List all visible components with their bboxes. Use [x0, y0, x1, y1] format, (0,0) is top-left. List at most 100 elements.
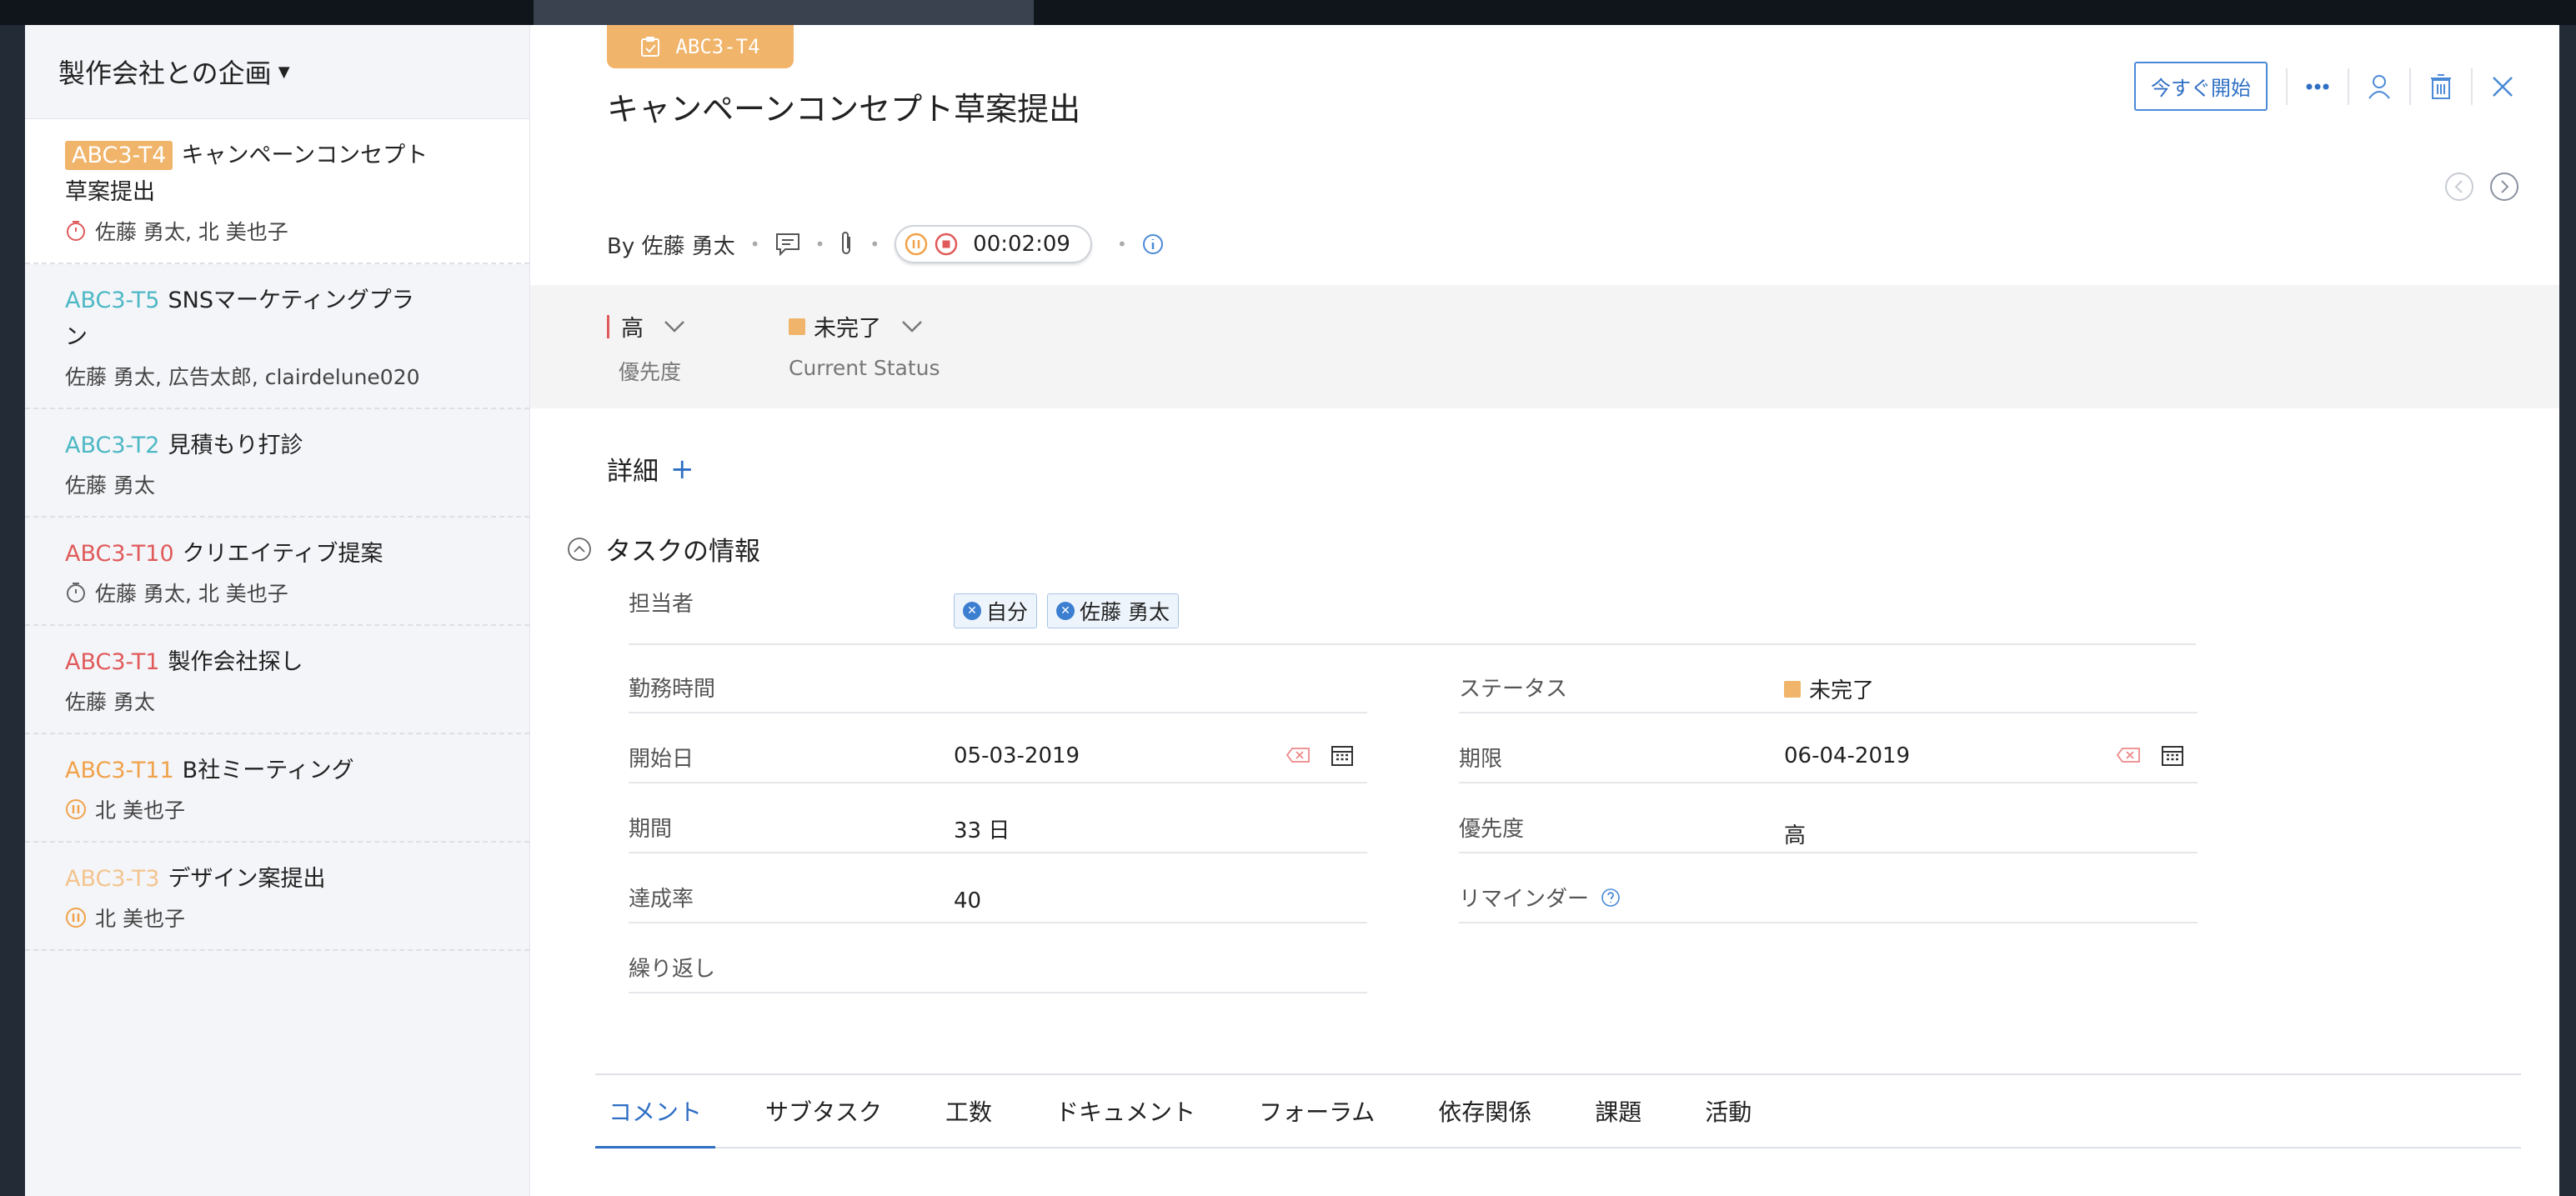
task-list-item[interactable]: ABC3-T4 キャンペーンコンセプト草案提出 佐藤 勇太, 北 美也子 — [25, 119, 529, 264]
tab-dependencies[interactable]: 依存関係 — [1425, 1075, 1545, 1147]
task-item-title-line: ABC3-T1 製作会社探し — [65, 644, 432, 681]
background-topbar — [0, 0, 2576, 25]
task-item-title: B社ミーティング — [182, 758, 354, 783]
reminder-field[interactable]: リマインダー — [1459, 877, 2198, 923]
start-date-field[interactable]: 開始日 05-03-2019 — [629, 737, 1367, 783]
chevron-down-icon — [664, 320, 684, 333]
task-item-title-line: ABC3-T3 デザイン案提出 — [65, 861, 432, 898]
task-list-item[interactable]: ABC3-T3 デザイン案提出北 美也子 — [25, 843, 529, 951]
task-meta: By 佐藤 勇太 • • • 00:02:09 • — [607, 225, 1164, 263]
help-icon[interactable] — [1601, 888, 1621, 908]
timer-red-icon — [65, 220, 87, 242]
assignee-name: 自分 — [986, 600, 1029, 624]
period-field[interactable]: 期間 33 日 — [629, 807, 1367, 853]
next-icon[interactable] — [2489, 172, 2519, 202]
assignee-chip[interactable]: ✕ 自分 — [954, 593, 1038, 628]
repeat-field[interactable]: 繰り返し — [629, 947, 1367, 993]
close-icon[interactable] — [2476, 66, 2529, 108]
trash-icon[interactable] — [2414, 66, 2468, 108]
task-title[interactable]: キャンペーンコンセプト草案提出 — [607, 83, 1080, 129]
due-date-label: 期限 — [1459, 747, 1503, 772]
priority-label: 優先度 — [619, 360, 682, 384]
assignee-name: 佐藤 勇太 — [1080, 600, 1170, 624]
calendar-icon[interactable] — [2161, 743, 2184, 767]
calendar-icon[interactable] — [1331, 743, 1354, 767]
comment-icon[interactable] — [775, 233, 800, 256]
tab-subtasks[interactable]: サブタスク — [752, 1075, 895, 1147]
task-list-item[interactable]: ABC3-T1 製作会社探し佐藤 勇太 — [25, 626, 529, 734]
due-date-field[interactable]: 期限 06-04-2019 — [1459, 737, 2198, 783]
attachment-icon[interactable] — [839, 232, 854, 257]
task-item-owners: 北 美也子 — [95, 798, 185, 823]
status-field-label: ステータス — [1459, 677, 1568, 702]
remove-icon[interactable]: ✕ — [963, 602, 981, 620]
start-now-button[interactable]: 今すぐ開始 — [2134, 62, 2268, 111]
clear-icon[interactable] — [1285, 747, 1311, 763]
clear-icon[interactable] — [2116, 747, 2141, 763]
collapse-icon[interactable] — [567, 537, 592, 562]
add-detail-button[interactable]: + — [670, 453, 694, 486]
task-item-id: ABC3-T11 — [65, 758, 174, 783]
task-list-item[interactable]: ABC3-T11 B社ミーティング北 美也子 — [25, 734, 529, 843]
task-item-owners: 北 美也子 — [95, 907, 185, 931]
tab-documents[interactable]: ドキュメント — [1042, 1075, 1209, 1147]
work-hours-field[interactable]: 勤務時間 — [629, 667, 1367, 713]
task-item-owners: 佐藤 勇太, 北 美也子 — [95, 582, 288, 606]
task-item-owners-row: 佐藤 勇太 — [65, 686, 423, 716]
assignee-label: 担当者 — [629, 592, 694, 617]
task-id: ABC3-T4 — [675, 35, 760, 58]
remove-icon[interactable]: ✕ — [1056, 602, 1075, 620]
info-icon[interactable] — [1142, 233, 1164, 255]
task-id-tab: ABC3-T4 — [607, 25, 794, 68]
divider — [2471, 68, 2473, 105]
more-icon[interactable] — [2291, 66, 2344, 108]
previous-icon[interactable] — [2444, 172, 2474, 202]
priority-field[interactable]: 優先度 高 — [1459, 807, 2198, 853]
task-item-owners: 佐藤 勇太, 広告太郎, clairdelune020 — [65, 365, 420, 389]
work-hours-label: 勤務時間 — [629, 677, 716, 702]
chevron-down-icon — [902, 320, 922, 333]
priority-field-label: 優先度 — [1459, 817, 1525, 842]
task-item-title-line: ABC3-T5 SNSマーケティングプラン — [65, 283, 432, 356]
pause-icon[interactable] — [905, 233, 928, 256]
tab-activity[interactable]: 活動 — [1691, 1075, 1765, 1147]
caret-down-icon: ▼ — [278, 63, 290, 81]
task-list-panel: 製作会社との企画 ▼ ABC3-T4 キャンペーンコンセプト草案提出 佐藤 勇太, … — [25, 25, 530, 1196]
priority-select[interactable]: 高 優先度 — [607, 310, 685, 386]
task-item-owners: 佐藤 勇太 — [65, 690, 155, 714]
project-selector[interactable]: 製作会社との企画 ▼ — [25, 25, 529, 119]
tab-workhours[interactable]: 工数 — [932, 1075, 1005, 1147]
stop-icon[interactable] — [935, 233, 958, 256]
start-date-value: 05-03-2019 — [954, 743, 1080, 768]
timer-widget: 00:02:09 — [895, 225, 1092, 263]
task-list-item[interactable]: ABC3-T5 SNSマーケティングプラン佐藤 勇太, 広告太郎, clairde… — [25, 264, 529, 409]
task-detail-panel: ABC3-T4 キャンペーンコンセプト草案提出 今すぐ開始 By 佐藤 勇太 •… — [530, 25, 2559, 1196]
assignee-chips[interactable]: ✕ 自分 ✕ 佐藤 勇太 — [954, 593, 1189, 628]
status-field[interactable]: ステータス 未完了 — [1459, 667, 2198, 713]
progress-field[interactable]: 達成率 40 — [629, 877, 1367, 923]
detail-tabs: コメント サブタスク 工数 ドキュメント フォーラム 依存関係 課題 活動 — [595, 1073, 2521, 1148]
start-date-icons — [1285, 743, 1354, 767]
task-item-title: クリエイティブ提案 — [182, 541, 383, 567]
progress-label: 達成率 — [629, 887, 694, 912]
tab-issues[interactable]: 課題 — [1581, 1075, 1655, 1147]
assignee-chip[interactable]: ✕ 佐藤 勇太 — [1047, 593, 1179, 628]
pause-orange-icon — [65, 798, 87, 820]
task-item-id: ABC3-T4 — [65, 141, 173, 170]
task-item-owners-row: 北 美也子 — [65, 794, 423, 824]
tab-comment[interactable]: コメント — [595, 1075, 716, 1148]
status-select[interactable]: 未完了 Current Status — [789, 310, 940, 380]
follower-icon[interactable] — [2353, 66, 2406, 108]
task-item-title-line: ABC3-T2 見積もり打診 — [65, 428, 432, 464]
tab-forum[interactable]: フォーラム — [1245, 1075, 1388, 1147]
task-list-item[interactable]: ABC3-T2 見積もり打診 佐藤 勇太 — [25, 409, 529, 518]
divider — [2286, 68, 2288, 105]
top-actions: 今すぐ開始 — [2134, 62, 2529, 111]
progress-value: 40 — [954, 888, 982, 913]
task-info-section[interactable]: タスクの情報 — [567, 530, 760, 568]
separator-dot: • — [870, 234, 880, 254]
project-name: 製作会社との企画 — [58, 58, 272, 89]
assignee-field: 担当者 ✕ 自分 ✕ 佐藤 勇太 — [629, 582, 2196, 645]
task-list-item[interactable]: ABC3-T10 クリエイティブ提案 佐藤 勇太, 北 美也子 — [25, 518, 529, 626]
due-date-icons — [2116, 743, 2184, 767]
